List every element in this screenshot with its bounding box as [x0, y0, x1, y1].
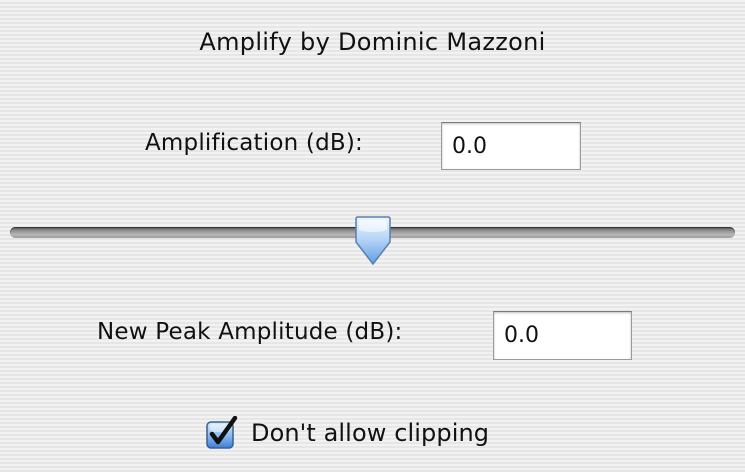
peak-amplitude-input[interactable] [493, 311, 632, 360]
amplify-dialog: Amplify by Dominic Mazzoni Amplification… [0, 0, 745, 472]
slider-thumb[interactable] [352, 216, 394, 268]
clipping-label: Don't allow clipping [251, 419, 490, 447]
slider-thumb-icon [354, 216, 391, 266]
clipping-checkbox[interactable] [205, 416, 239, 450]
checkmark-icon [206, 416, 238, 449]
dialog-title: Amplify by Dominic Mazzoni [199, 28, 546, 56]
allow-clipping-row[interactable]: Don't allow clipping [205, 413, 489, 453]
amplification-label: Amplification (dB): [145, 130, 363, 156]
amplification-input[interactable] [441, 122, 581, 170]
peak-amplitude-label: New Peak Amplitude (dB): [97, 319, 403, 345]
amplification-slider[interactable] [10, 210, 735, 270]
